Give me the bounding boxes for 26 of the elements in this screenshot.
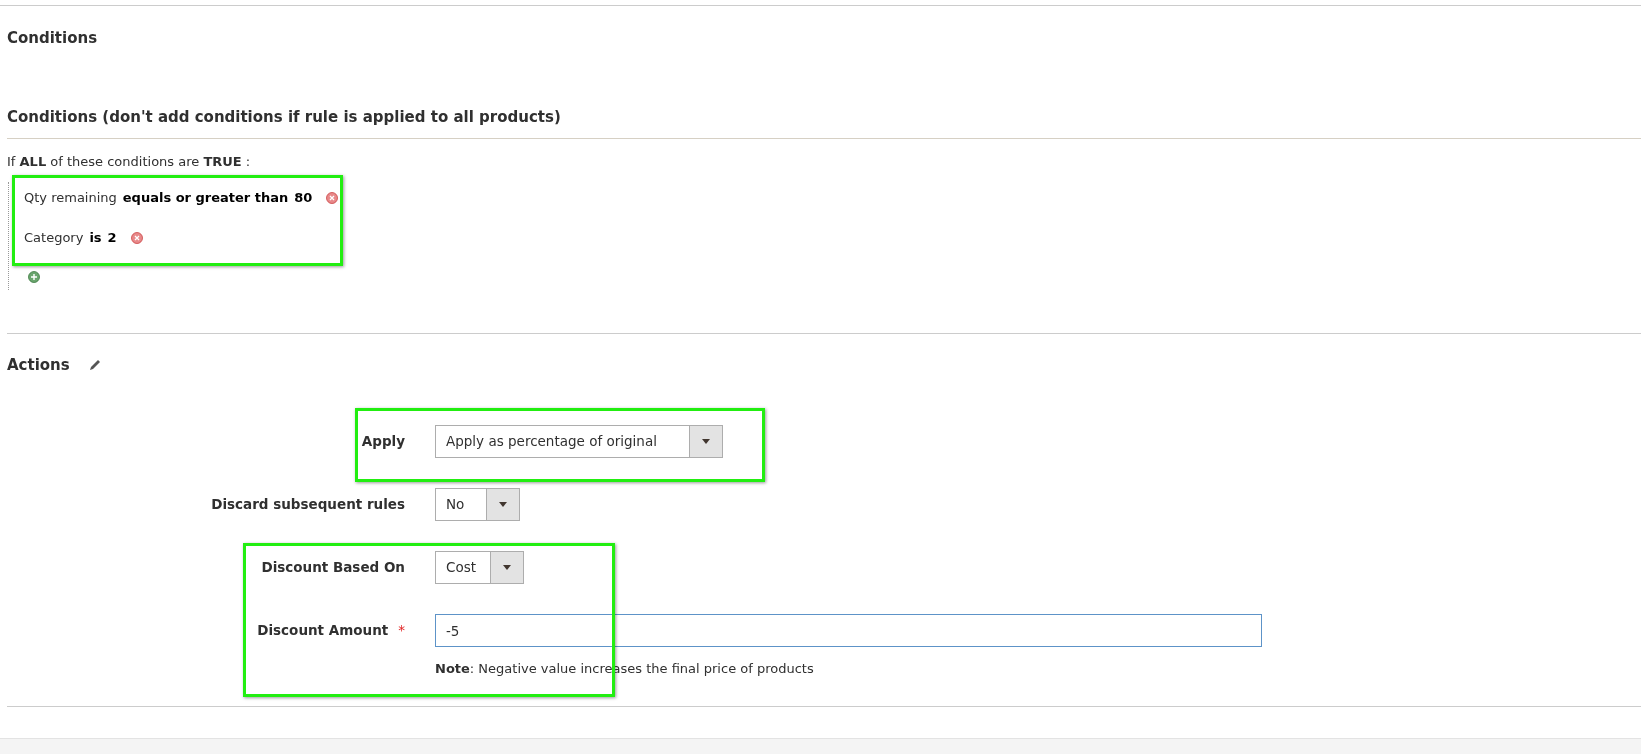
condition-attribute[interactable]: Category	[24, 228, 84, 248]
conditions-intro: If ALL of these conditions are TRUE :	[7, 154, 251, 169]
select-field[interactable]: No	[435, 488, 520, 521]
pencil-icon[interactable]	[87, 358, 102, 373]
section-title: Conditions	[7, 28, 98, 49]
remove-icon[interactable]	[130, 232, 143, 244]
field-label: Discount Amount	[257, 621, 389, 641]
condition-attribute[interactable]: Qty remaining	[24, 188, 117, 208]
remove-icon[interactable]	[326, 192, 339, 204]
condition-value[interactable]: 2	[107, 228, 117, 248]
fieldset-heading: Actions	[7, 355, 70, 376]
condition-value[interactable]: 80	[294, 188, 313, 208]
required-mark: *	[398, 621, 405, 641]
caret-icon	[503, 565, 511, 570]
fieldset-heading: Conditions (don't add conditions if rule is applied to all products)	[7, 107, 561, 128]
add-condition-icon[interactable]	[28, 271, 40, 283]
caret-icon	[499, 502, 507, 507]
select-field[interactable]: Cost	[435, 551, 524, 584]
field-label: Discount Based On	[261, 558, 405, 578]
condition-operator[interactable]: is	[89, 228, 102, 248]
input-field[interactable]: -5	[435, 614, 1262, 647]
field-label: Discard subsequent rules	[211, 495, 405, 515]
field-label: Apply	[361, 432, 405, 452]
select-field[interactable]: Apply as percentage of original	[435, 425, 723, 458]
caret-icon	[702, 439, 710, 444]
condition-operator[interactable]: equals or greater than	[122, 188, 289, 208]
